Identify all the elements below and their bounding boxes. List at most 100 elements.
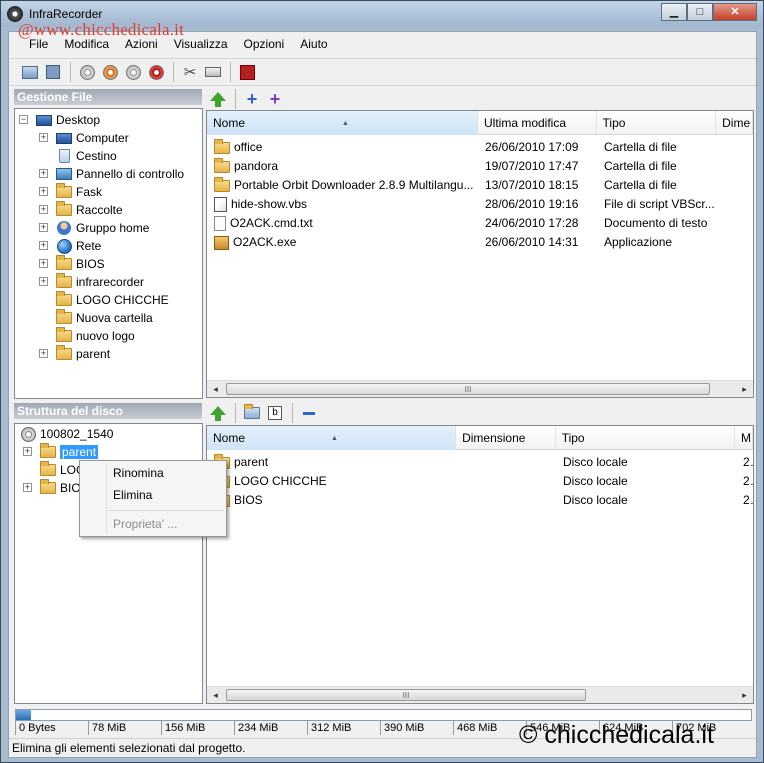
expand-toggle-icon[interactable]: + bbox=[39, 187, 48, 196]
burn-disc-button[interactable] bbox=[76, 61, 98, 83]
rename-icon: b bbox=[268, 406, 282, 420]
homegroup-icon bbox=[57, 221, 71, 235]
column-header-tipo[interactable]: Tipo bbox=[556, 426, 736, 450]
context-menu-item-properties: Proprieta' ... bbox=[113, 517, 178, 531]
file-list[interactable]: Nome ▲ Ultima modifica Tipo Dime ◂ III ▸ off… bbox=[206, 110, 754, 398]
tree-item[interactable]: parent bbox=[55, 345, 110, 363]
list-item[interactable]: O2ACK.cmd.txt 24/06/2010 17:28 Documento d… bbox=[207, 214, 718, 233]
tree-icon-wrap bbox=[19, 426, 37, 442]
expand-toggle-icon[interactable]: + bbox=[39, 349, 48, 358]
disc-info-icon bbox=[148, 64, 164, 80]
tree-item[interactable]: Pannello di controllo bbox=[55, 165, 184, 183]
disc-list-hscrollbar[interactable]: ◂ III ▸ bbox=[207, 686, 753, 703]
menu-opzioni[interactable]: Opzioni bbox=[236, 37, 293, 51]
remove-button[interactable] bbox=[298, 402, 320, 424]
copy-disc-button[interactable] bbox=[99, 61, 121, 83]
expand-toggle-icon[interactable]: + bbox=[39, 241, 48, 250]
expand-toggle-icon[interactable]: + bbox=[39, 259, 48, 268]
list-item[interactable]: pandora 19/07/2010 17:47 Cartella di file bbox=[207, 157, 718, 176]
list-item[interactable]: hide-show.vbs 28/06/2010 19:16 File di scr… bbox=[207, 195, 718, 214]
menu-aiuto[interactable]: Aiuto bbox=[292, 37, 335, 51]
expand-toggle-icon[interactable]: + bbox=[39, 277, 48, 286]
list-item[interactable]: parent Disco locale 20 bbox=[207, 453, 753, 472]
context-menu-item-delete[interactable]: Elimina bbox=[82, 484, 224, 506]
tree-label: nuovo logo bbox=[76, 329, 135, 343]
add-button[interactable]: + bbox=[241, 88, 263, 110]
column-header-nome[interactable]: Nome ▲ bbox=[207, 111, 478, 135]
cell-text: 20 bbox=[743, 455, 753, 469]
collapse-toggle-icon[interactable]: − bbox=[19, 115, 28, 124]
tree-item[interactable]: Fask bbox=[55, 183, 102, 201]
column-header-ultima-modifica[interactable]: Ultima modifica bbox=[478, 111, 597, 135]
tree-icon-wrap bbox=[39, 443, 57, 458]
exit-button[interactable] bbox=[236, 61, 258, 83]
scroll-right-arrow[interactable]: ▸ bbox=[736, 381, 753, 397]
scroll-thumb[interactable]: III bbox=[226, 689, 586, 701]
scroll-left-arrow[interactable]: ◂ bbox=[207, 381, 224, 397]
tree-item[interactable]: Computer bbox=[55, 129, 129, 147]
column-header-m[interactable]: M bbox=[735, 426, 753, 450]
column-header-nome[interactable]: Nome ▲ bbox=[207, 426, 457, 450]
cut-icon: ✂ bbox=[183, 63, 197, 81]
cell-type: Cartella di file bbox=[598, 157, 718, 176]
column-header-dime[interactable]: Dime bbox=[716, 111, 753, 135]
close-button[interactable]: ✕ bbox=[713, 3, 757, 21]
list-item[interactable]: O2ACK.exe 26/06/2010 14:31 Applicazione bbox=[207, 233, 718, 252]
rename-button[interactable]: b bbox=[264, 402, 286, 424]
tree-item[interactable]: Nuova cartella bbox=[55, 309, 153, 327]
cut-button[interactable]: ✂ bbox=[179, 61, 201, 83]
expand-toggle-icon[interactable]: + bbox=[39, 223, 48, 232]
new-folder-button[interactable] bbox=[241, 402, 263, 424]
folder-icon bbox=[56, 309, 72, 324]
expand-toggle-icon[interactable]: + bbox=[39, 205, 48, 214]
cell-type: Disco locale bbox=[557, 453, 737, 472]
column-header-dimensione[interactable]: Dimensione bbox=[456, 426, 556, 450]
file-list-hscrollbar[interactable]: ◂ III ▸ bbox=[207, 380, 753, 397]
cell-text: Portable Orbit Downloader 2.8.9 Multilan… bbox=[234, 178, 474, 192]
cell-text: office bbox=[234, 140, 263, 154]
file-tree[interactable]: − Desktop + Computer Cestino + Pannello di con… bbox=[14, 108, 203, 399]
expand-toggle-icon[interactable]: + bbox=[23, 483, 32, 492]
expand-toggle-icon[interactable]: + bbox=[39, 169, 48, 178]
expand-toggle-icon[interactable]: + bbox=[23, 447, 32, 456]
disc-file-list[interactable]: Nome ▲ Dimensione Tipo M ◂ III ▸ parent Disco… bbox=[206, 425, 754, 704]
list-item[interactable]: LOGO CHICCHE Disco locale 20 bbox=[207, 472, 753, 491]
maximize-button[interactable]: □ bbox=[687, 3, 713, 21]
app-window: InfraRecorder ▁ □ ✕ File Modifica Azioni Vi… bbox=[0, 0, 764, 763]
drive-button[interactable] bbox=[202, 61, 224, 83]
up-folder-button[interactable] bbox=[207, 88, 229, 110]
list-item[interactable]: BIOS Disco locale 20 bbox=[207, 491, 753, 510]
tree-item[interactable]: infrarecorder bbox=[55, 273, 144, 291]
erase-disc-button[interactable] bbox=[122, 61, 144, 83]
tree-item[interactable]: Cestino bbox=[55, 147, 117, 165]
scroll-left-arrow[interactable]: ◂ bbox=[207, 687, 224, 703]
disc-info-button[interactable] bbox=[145, 61, 167, 83]
desktop-icon bbox=[36, 114, 52, 126]
column-header-label: Dime bbox=[722, 116, 751, 130]
list-item[interactable]: office 26/06/2010 17:09 Cartella di file bbox=[207, 138, 718, 157]
tree-item[interactable]: Desktop bbox=[35, 111, 100, 129]
tree-item[interactable]: nuovo logo bbox=[55, 327, 135, 345]
tree-item[interactable]: LOGO CHICCHE bbox=[55, 291, 169, 309]
watermark-top: @www.chicchedicala.it bbox=[18, 20, 185, 39]
tree-item[interactable]: parent bbox=[39, 443, 99, 461]
save-project-button[interactable] bbox=[42, 61, 64, 83]
column-header-tipo[interactable]: Tipo bbox=[597, 111, 717, 135]
scroll-right-arrow[interactable]: ▸ bbox=[736, 687, 753, 703]
scroll-thumb[interactable]: III bbox=[226, 383, 710, 395]
context-menu-item-rename[interactable]: Rinomina bbox=[82, 462, 224, 484]
tree-item[interactable]: Rete bbox=[55, 237, 101, 255]
tree-item[interactable]: Gruppo home bbox=[55, 219, 149, 237]
disc-up-folder-button[interactable] bbox=[207, 402, 229, 424]
expand-toggle-icon[interactable]: + bbox=[39, 133, 48, 142]
list-item[interactable]: Portable Orbit Downloader 2.8.9 Multilan… bbox=[207, 176, 718, 195]
add-all-icon: + bbox=[269, 89, 281, 109]
tree-item[interactable]: Raccolte bbox=[55, 201, 123, 219]
minimize-button[interactable]: ▁ bbox=[661, 3, 687, 21]
cell-name: LOGO CHICCHE bbox=[207, 472, 457, 491]
tree-item[interactable]: 100802_1540 bbox=[19, 425, 113, 443]
toolbar-separator bbox=[235, 403, 236, 423]
tree-item[interactable]: BIOS bbox=[55, 255, 105, 273]
add-all-button[interactable]: + bbox=[264, 88, 286, 110]
new-project-button[interactable] bbox=[19, 61, 41, 83]
